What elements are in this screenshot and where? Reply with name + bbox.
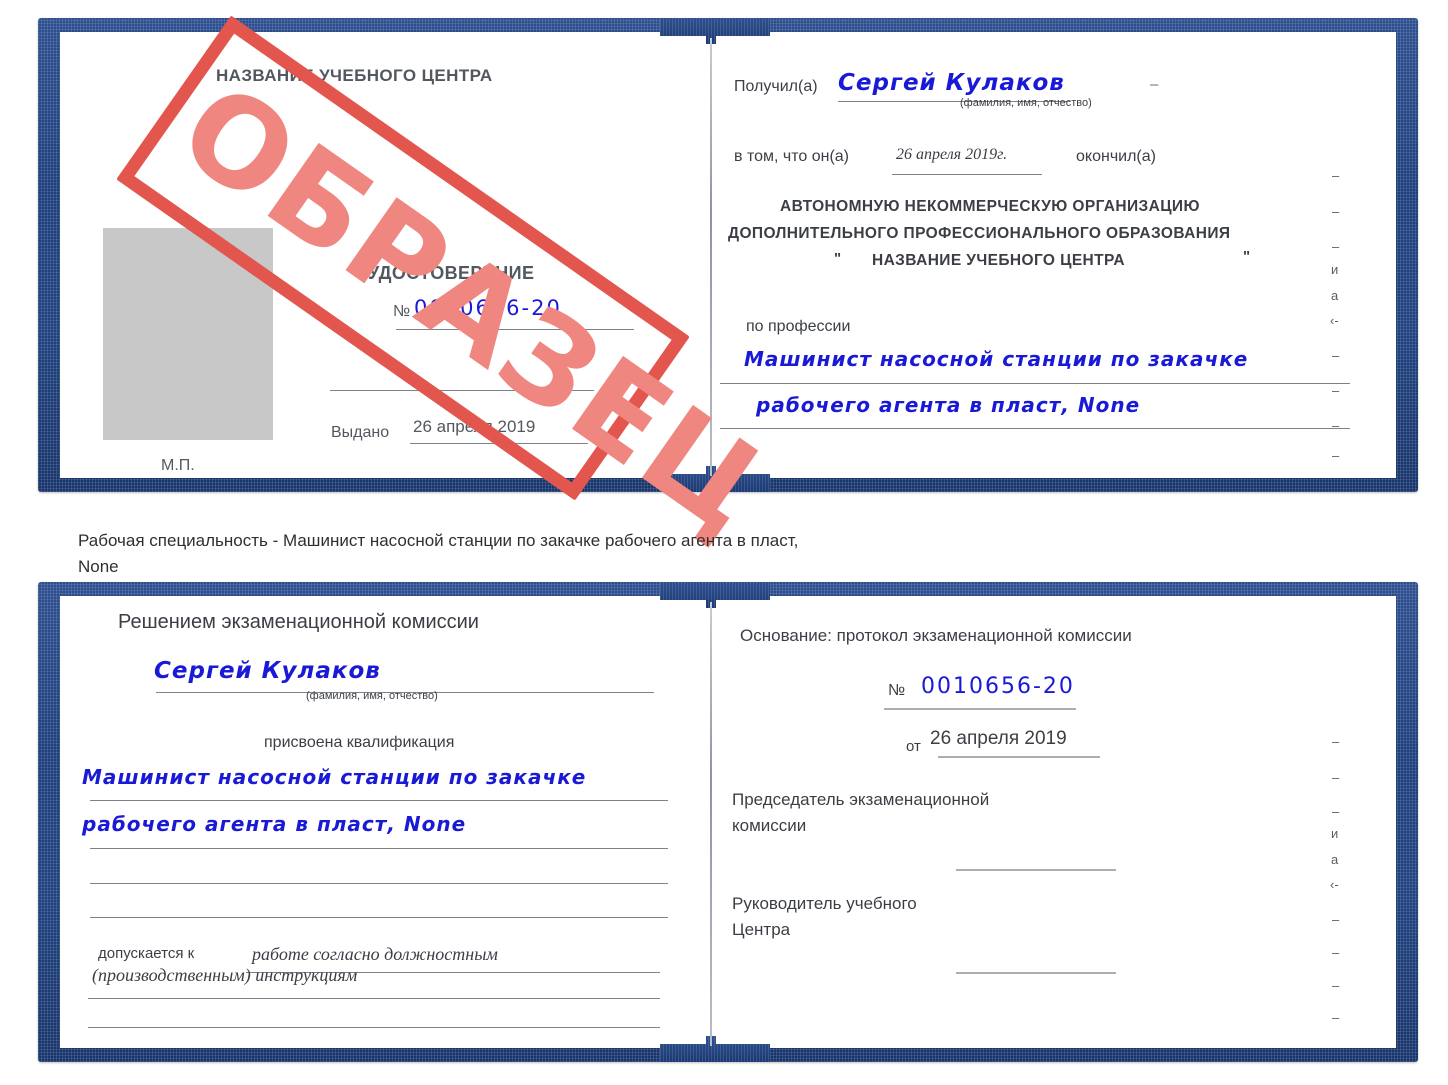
top-certificate-spine (710, 38, 712, 476)
org-line-3: НАЗВАНИЕ УЧЕБНОГО ЦЕНТРА (872, 252, 1125, 269)
bottom-edge-fragment-8: – (1332, 978, 1340, 993)
from-label: от (906, 738, 921, 755)
protocol-number-value: 0010656-20 (921, 674, 1075, 699)
head-label-line-1: Руководитель учебного (732, 894, 917, 913)
bottom-edge-fragment-6: – (1332, 912, 1340, 927)
bottom-edge-fragment-0: – (1332, 734, 1340, 749)
org-quote-close: " (1243, 248, 1251, 265)
top-certificate-right-page: Получил(а) Сергей Кулаков (фамилия, имя,… (716, 36, 1392, 474)
name-hint-bottom: (фамилия, имя, отчество) (306, 690, 438, 702)
edge-fragment-0: – (1332, 168, 1340, 183)
org-quote-open: " (834, 250, 842, 267)
profession-line-2: рабочего агента в пласт, None (756, 393, 1141, 417)
bottom-certificate-spine (710, 602, 712, 1046)
qualification-label: присвоена квалификация (264, 734, 455, 751)
number-symbol-left: № (393, 303, 411, 320)
that-label: в том, что он(а) (734, 148, 849, 165)
completion-date: 26 апреля 2019г. (896, 146, 1008, 163)
issued-label: Выдано (331, 424, 390, 441)
bottom-edge-fragment-9: – (1332, 1010, 1340, 1025)
bottom-certificate-left-page: Решением экзаменационной комиссии Сергей… (66, 600, 706, 1044)
edge-fragment-4: а (1331, 288, 1339, 303)
admitted-value-line-1: работе согласно должностным (252, 944, 498, 964)
profession-rule-2 (720, 428, 1350, 429)
edge-fragment-2: – (1332, 239, 1340, 254)
basis-label: Основание: протокол экзаменационной коми… (740, 626, 1132, 645)
completion-date-rule (892, 174, 1042, 175)
org-title-left: НАЗВАНИЕ УЧЕБНОГО ЦЕНТРА (216, 66, 493, 85)
chairman-label-line-2: комиссии (732, 816, 807, 835)
admitted-rule-3 (88, 1027, 660, 1028)
edge-fragment-5: ‹- (1330, 313, 1339, 328)
doc-type-label: УДОСТОВЕРЕНИЕ (368, 263, 535, 283)
edge-dash-received: – (1150, 76, 1159, 93)
qualification-rule-1 (90, 800, 668, 801)
bottom-edge-fragment-3: и (1331, 826, 1339, 841)
from-date-rule (938, 756, 1100, 758)
protocol-number-rule (884, 708, 1076, 710)
admitted-value-line-2: (производственным) инструкциям (92, 965, 358, 985)
profession-rule-1 (720, 383, 1350, 384)
bottom-certificate-right-page: Основание: протокол экзаменационной коми… (716, 600, 1392, 1044)
edge-fragment-3: и (1331, 262, 1339, 277)
from-date: 26 апреля 2019 (930, 728, 1067, 749)
head-signature-rule (956, 972, 1116, 974)
bottom-edge-fragment-1: – (1332, 770, 1340, 785)
chairman-signature-rule (956, 869, 1116, 871)
protocol-number-symbol: № (888, 682, 906, 699)
admitted-label: допускается к (98, 945, 195, 962)
org-line-1: АВТОНОМНУЮ НЕКОММЕРЧЕСКУЮ ОРГАНИЗАЦИЮ (780, 198, 1200, 215)
top-certificate-left-page: НАЗВАНИЕ УЧЕБНОГО ЦЕНТРА УДОСТОВЕРЕНИЕ №… (66, 36, 706, 474)
admitted-rule-2 (88, 998, 660, 999)
received-name: Сергей Кулаков (838, 70, 1065, 96)
name-hint-top: (фамилия, имя, отчество) (960, 97, 1092, 109)
bottom-edge-fragment-5: ‹- (1330, 877, 1339, 892)
bottom-edge-fragment-4: а (1331, 852, 1339, 867)
graduate-name-bottom: Сергей Кулаков (154, 658, 381, 684)
certificate-number-value: 0010656-20 (414, 296, 562, 320)
edge-fragment-7: – (1332, 383, 1340, 398)
qualification-rule-3 (90, 883, 668, 884)
edge-fragment-1: – (1332, 204, 1340, 219)
profession-label: по профессии (746, 318, 851, 335)
qualification-line-1: Машинист насосной станции по закачке (82, 765, 587, 789)
chairman-label-line-1: Председатель экзаменационной (732, 790, 990, 809)
issued-rule (410, 443, 588, 444)
finished-label: окончил(а) (1076, 148, 1156, 165)
bottom-edge-fragment-7: – (1332, 945, 1340, 960)
head-label-line-2: Центра (732, 920, 791, 939)
edge-fragment-8: – (1332, 418, 1340, 433)
seal-label: М.П. (161, 457, 195, 474)
issued-date: 26 апреля 2019 (413, 417, 536, 436)
qualification-line-2: рабочего агента в пласт, None (82, 812, 467, 836)
edge-fragment-9: – (1332, 448, 1340, 463)
photo-placeholder (103, 228, 273, 440)
number-rule-left (396, 329, 634, 330)
profession-line-1: Машинист насосной станции по закачке (744, 347, 1249, 371)
bottom-edge-fragment-2: – (1332, 804, 1340, 819)
blank-rule-left (330, 390, 594, 391)
qualification-rule-2 (90, 848, 668, 849)
commission-decision-heading: Решением экзаменационной комиссии (118, 611, 479, 633)
received-label: Получил(а) (734, 78, 818, 95)
qualification-rule-4 (90, 917, 668, 918)
page-caption: Рабочая специальность - Машинист насосно… (78, 531, 799, 576)
org-line-2: ДОПОЛНИТЕЛЬНОГО ПРОФЕССИОНАЛЬНОГО ОБРАЗО… (728, 225, 1231, 242)
edge-fragment-6: – (1332, 348, 1340, 363)
